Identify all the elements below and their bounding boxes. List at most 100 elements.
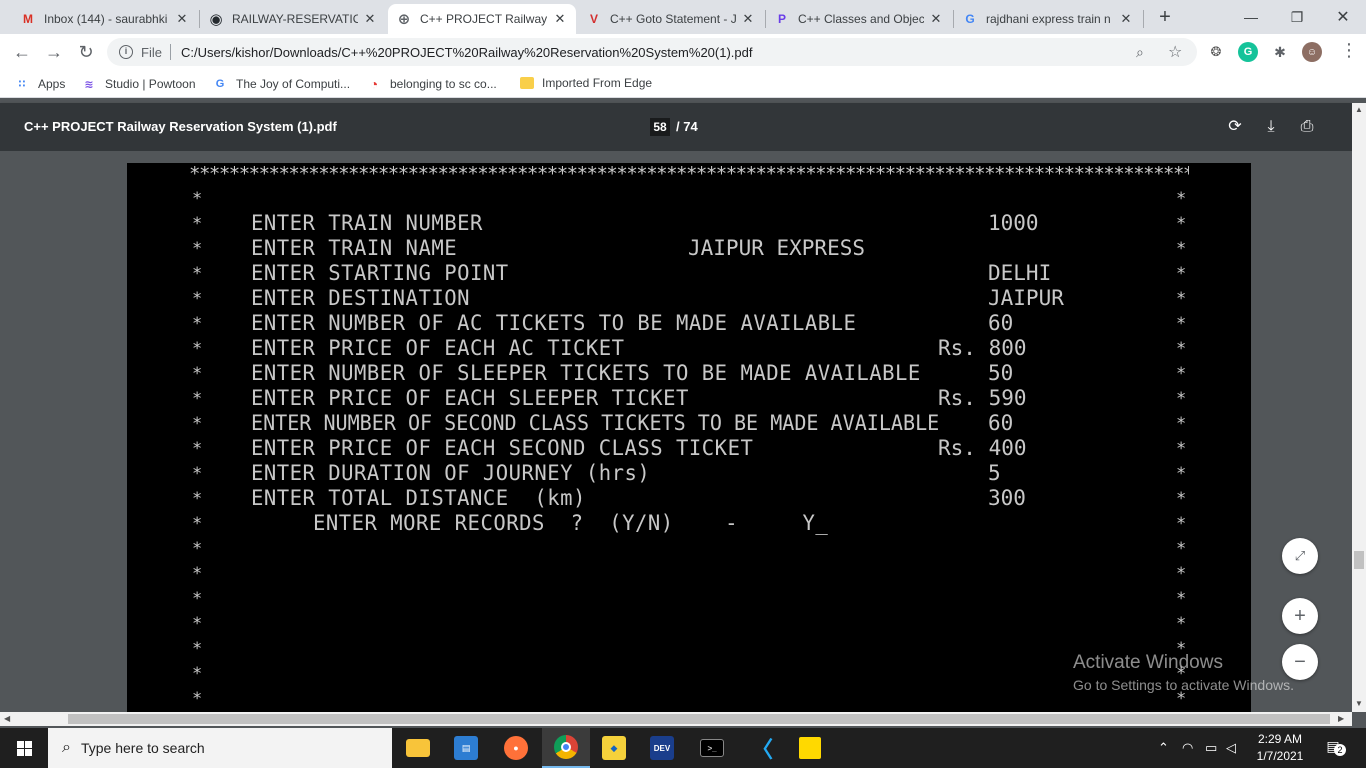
console-border-star: *: [192, 214, 203, 234]
tray-chevron-icon[interactable]: ⌃: [1158, 740, 1169, 756]
console-line: ENTER PRICE OF EACH AC TICKET: [251, 336, 625, 360]
restore-icon[interactable]: ❐: [1274, 0, 1320, 34]
extension-eagle-icon[interactable]: ❂: [1206, 42, 1226, 62]
pdf-viewport[interactable]: ****************************************…: [0, 151, 1352, 712]
extensions-puzzle-icon[interactable]: ✱: [1270, 42, 1290, 62]
chrome-icon: ◔: [369, 76, 379, 92]
grammarly-icon[interactable]: G: [1238, 42, 1258, 62]
taskbar-app-2[interactable]: ▤: [442, 728, 490, 768]
fit-to-page-button[interactable]: ⤢: [1282, 538, 1318, 574]
scroll-down-icon[interactable]: ▼: [1355, 699, 1363, 708]
vscode-icon: 〈: [750, 737, 773, 762]
bookmark-star-icon[interactable]: ☆: [1168, 42, 1182, 62]
scroll-up-icon[interactable]: ▲: [1355, 105, 1363, 114]
bookmark-joy-of-computing[interactable]: G The Joy of Computi...: [212, 76, 350, 92]
download-icon[interactable]: ⤓: [1261, 117, 1281, 137]
taskbar-clock[interactable]: 2:29 AM 1/7/2021: [1250, 731, 1310, 765]
horizontal-scroll-thumb[interactable]: [68, 714, 1330, 724]
console-border-star: *: [192, 339, 203, 359]
console-value: 50: [988, 361, 1014, 385]
address-scheme: File: [141, 44, 162, 60]
horizontal-scrollbar[interactable]: ◀ ▶: [0, 712, 1352, 726]
console-border-star: *: [1176, 564, 1187, 584]
close-icon[interactable]: ✕: [1118, 11, 1134, 27]
console-border-star: *: [1176, 414, 1187, 434]
console-line: ENTER DURATION OF JOURNEY (hrs): [251, 461, 651, 485]
console-line: ENTER PRICE OF EACH SECOND CLASS TICKET: [251, 436, 754, 460]
console-screenshot: ****************************************…: [127, 163, 1251, 712]
google-icon: G: [965, 12, 975, 26]
bookmark-powtoon[interactable]: ≋ Studio | Powtoon: [81, 76, 195, 92]
close-icon[interactable]: ✕: [174, 11, 190, 27]
forward-icon[interactable]: →: [42, 40, 66, 64]
bookmarks-bar: ∷ Apps ≋ Studio | Powtoon G The Joy of C…: [0, 70, 1366, 98]
wifi-icon[interactable]: ◠: [1182, 740, 1193, 756]
taskbar-search[interactable]: ⌕ Type here to search: [48, 728, 392, 768]
info-icon[interactable]: i: [119, 45, 133, 59]
console-border-star: *: [192, 289, 203, 309]
console-border-star: *: [1176, 364, 1187, 384]
console-border-star: *: [1176, 264, 1187, 284]
bookmark-imported-from-edge[interactable]: Imported From Edge: [520, 76, 652, 90]
taskbar-vscode[interactable]: 〈: [738, 728, 786, 768]
taskbar-sticky-notes[interactable]: [786, 728, 834, 768]
scroll-left-icon[interactable]: ◀: [4, 714, 10, 723]
profile-avatar[interactable]: ☺: [1302, 42, 1322, 62]
console-line: ENTER TOTAL DISTANCE (km): [251, 486, 586, 510]
close-icon[interactable]: ✕: [552, 11, 568, 27]
console-border-star: *: [1176, 289, 1187, 309]
page-number-input[interactable]: 58: [650, 118, 670, 136]
close-icon[interactable]: ✕: [740, 11, 756, 27]
tab-github[interactable]: ◉ RAILWAY-RESERVATION ✕: [200, 4, 386, 34]
close-icon[interactable]: ✕: [928, 11, 944, 27]
tab-goto[interactable]: V C++ Goto Statement - J ✕: [578, 4, 764, 34]
taskbar-terminal[interactable]: >_: [688, 728, 736, 768]
gmail-icon: M: [23, 12, 33, 26]
zoom-out-button[interactable]: −: [1282, 644, 1318, 680]
globe-icon: ⊕: [397, 11, 411, 28]
console-border-star: *: [192, 564, 203, 584]
battery-icon[interactable]: ▭: [1205, 740, 1217, 756]
vertical-scroll-thumb[interactable]: [1354, 551, 1364, 569]
tab-gmail[interactable]: M Inbox (144) - saurabhki ✕: [12, 4, 198, 34]
bookmark-belonging[interactable]: ◔ belonging to sc co...: [366, 76, 497, 92]
zoom-icon[interactable]: ⌕: [1136, 44, 1144, 61]
new-tab-button[interactable]: +: [1153, 6, 1177, 30]
console-value: 1000: [988, 211, 1039, 235]
taskbar-devcpp[interactable]: DEV: [638, 728, 686, 768]
console-border-star: *: [1176, 489, 1187, 509]
volume-icon[interactable]: ◁: [1226, 740, 1236, 756]
taskbar-file-explorer[interactable]: [394, 728, 442, 768]
address-bar[interactable]: i File C:/Users/kishor/Downloads/C++%20P…: [107, 38, 1197, 66]
clock-date: 1/7/2021: [1256, 749, 1304, 763]
notification-center-icon[interactable]: ▤ 2: [1322, 738, 1346, 758]
console-value: JAIPUR EXPRESS: [688, 236, 866, 260]
firefox-icon: ●: [504, 736, 528, 760]
back-icon[interactable]: ←: [10, 40, 34, 64]
bookmark-apps[interactable]: ∷ Apps: [14, 76, 66, 92]
taskbar-app-5[interactable]: ◆: [590, 728, 638, 768]
minimize-icon[interactable]: —: [1228, 0, 1274, 34]
console-border-star: *: [192, 664, 203, 684]
apps-grid-icon: ∷: [18, 78, 26, 90]
rotate-icon[interactable]: ⟳: [1225, 117, 1245, 137]
scroll-right-icon[interactable]: ▶: [1338, 714, 1344, 723]
taskbar-firefox[interactable]: ●: [492, 728, 540, 768]
zoom-in-button[interactable]: +: [1282, 598, 1318, 634]
close-icon[interactable]: ✕: [362, 11, 378, 27]
address-url: C:/Users/kishor/Downloads/C++%20PROJECT%…: [180, 44, 753, 60]
sticky-notes-icon: [799, 737, 821, 759]
print-icon[interactable]: ⎙: [1297, 117, 1317, 137]
vertical-scrollbar[interactable]: ▲ ▼: [1352, 103, 1366, 712]
windows-logo-icon: [16, 740, 32, 756]
tab-title: Inbox (144) - saurabhki: [44, 12, 168, 26]
window-close-icon[interactable]: ✕: [1320, 0, 1366, 34]
tab-pdf-active[interactable]: ⊕ C++ PROJECT Railway R ✕: [388, 4, 576, 34]
tab-rajdhani[interactable]: G rajdhani express train n ✕: [954, 4, 1142, 34]
taskbar-chrome[interactable]: [542, 728, 590, 768]
tab-classes[interactable]: P C++ Classes and Object ✕: [766, 4, 952, 34]
menu-dots-icon[interactable]: ⋮: [1340, 40, 1358, 61]
reload-icon[interactable]: ↻: [74, 40, 98, 64]
activate-windows-subtitle: Go to Settings to activate Windows.: [1073, 677, 1294, 693]
start-button[interactable]: [0, 728, 48, 768]
